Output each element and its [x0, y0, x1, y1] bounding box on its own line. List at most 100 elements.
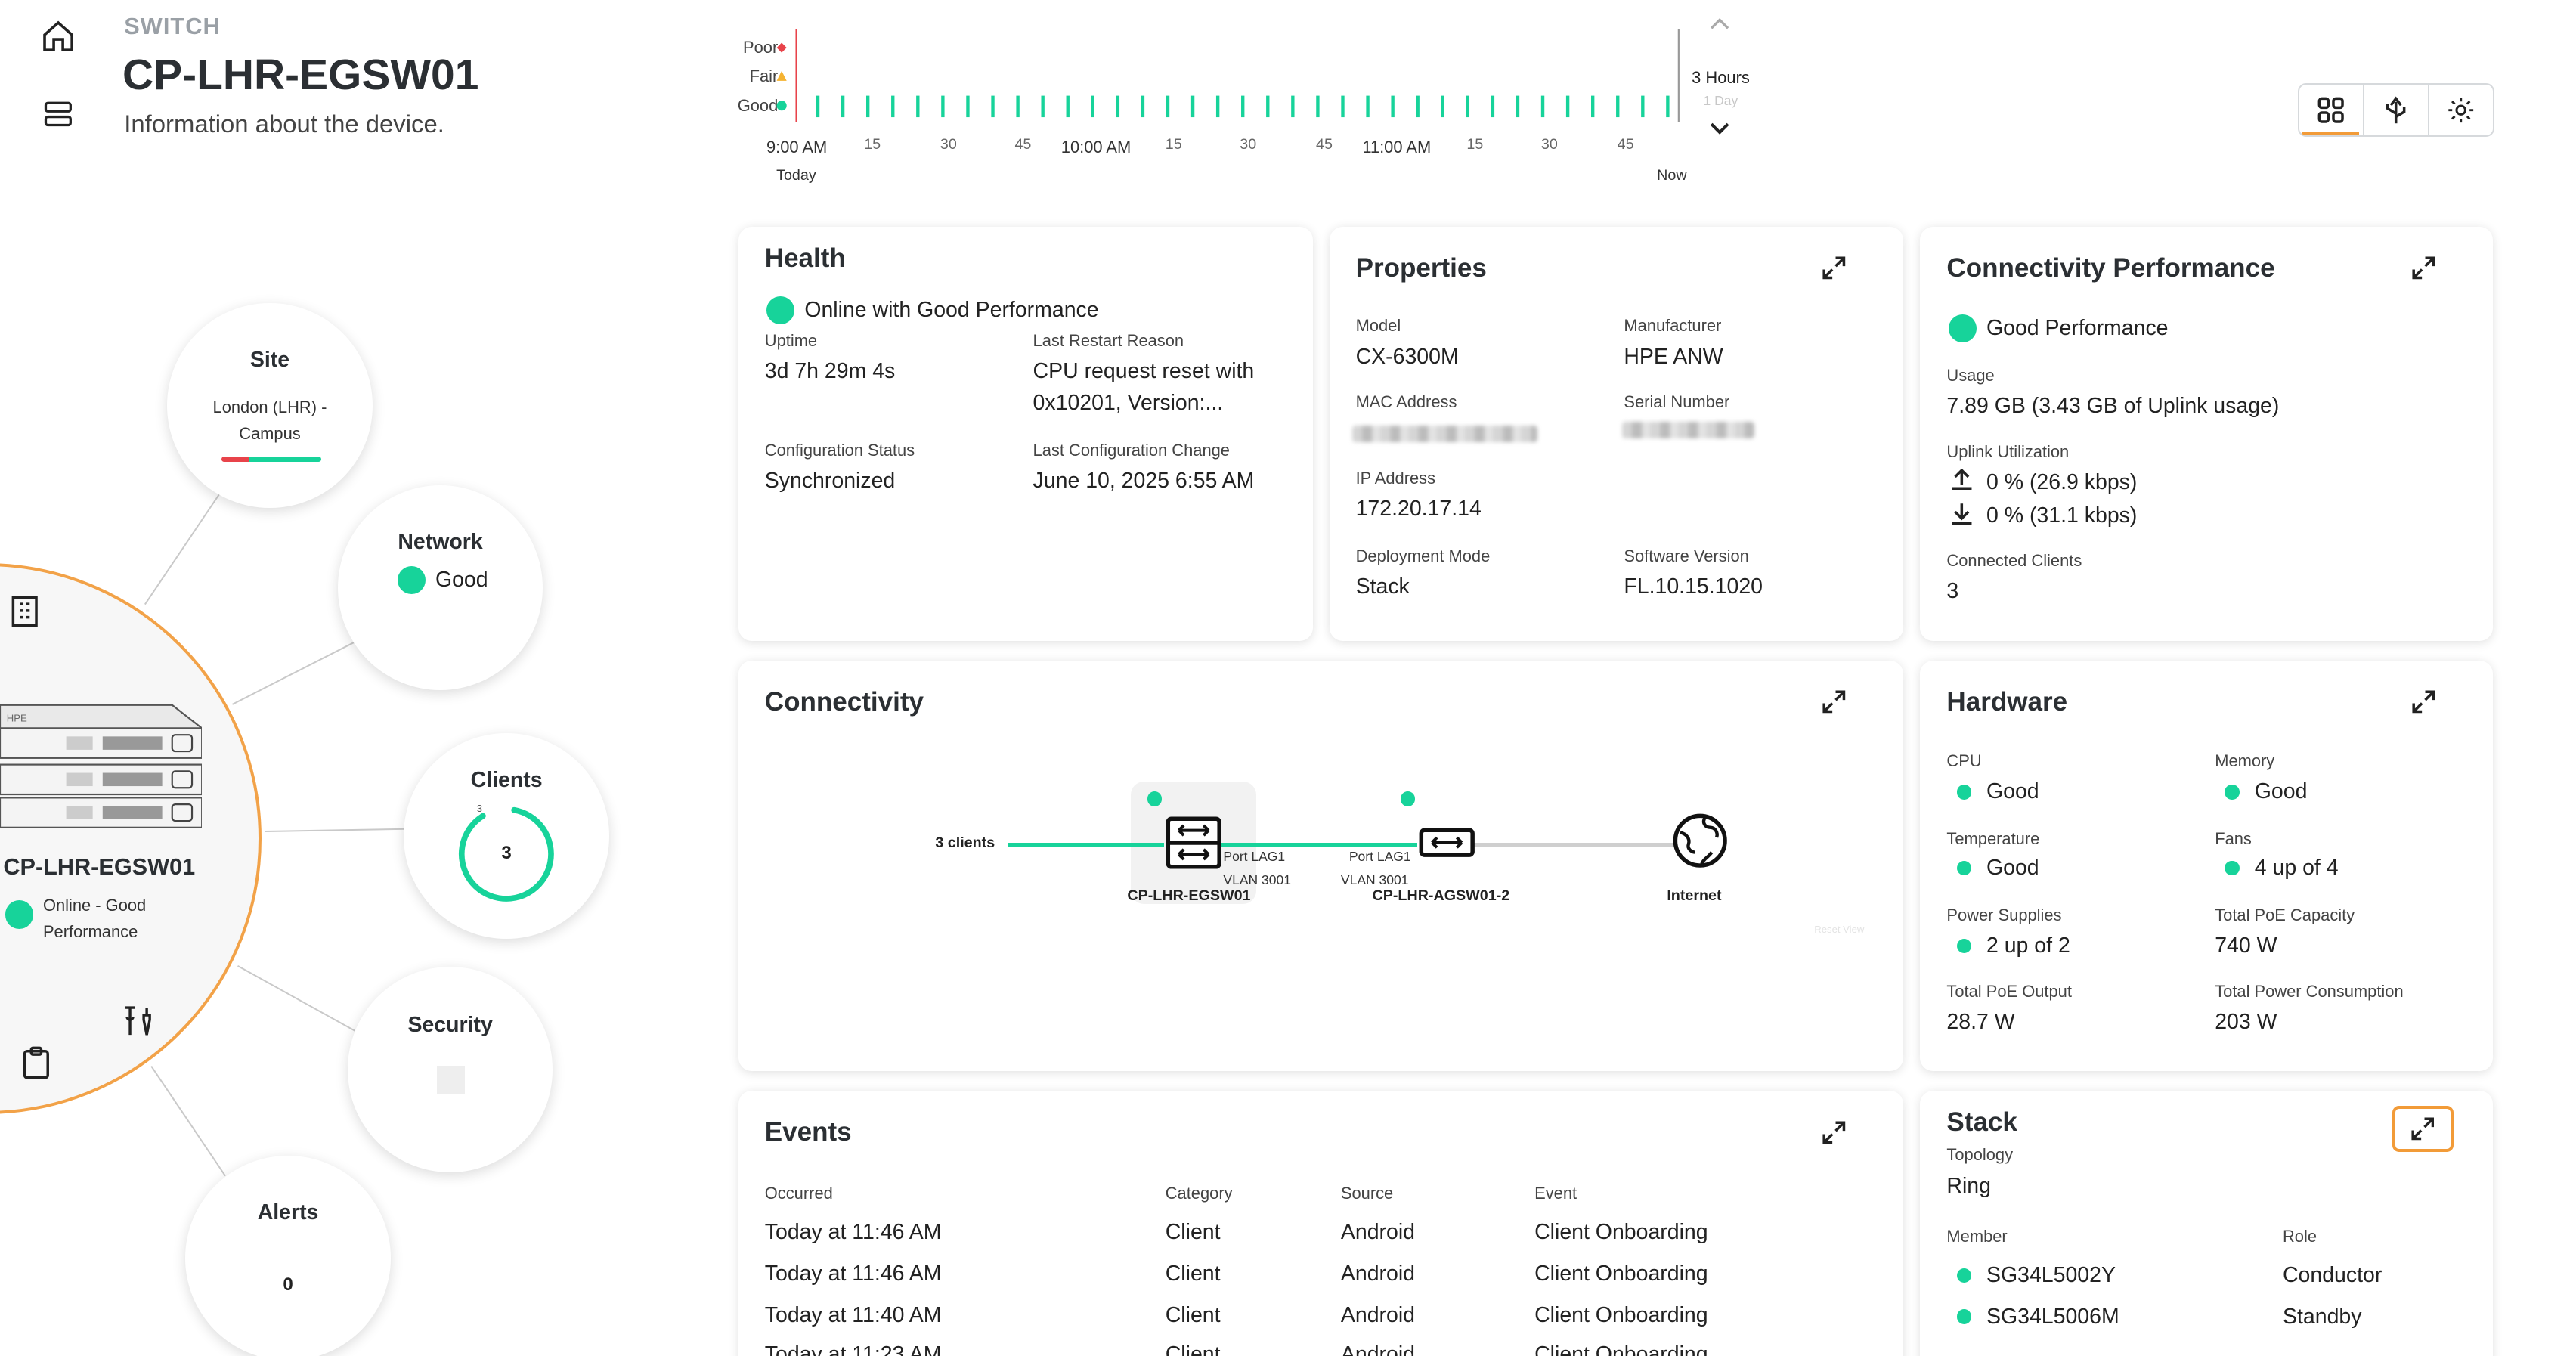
chevron-down-icon[interactable] [1703, 113, 1736, 146]
member-label: Member [1946, 1226, 2008, 1246]
memory-value: Good [2254, 779, 2308, 804]
timeline-tick: 30 [1240, 135, 1257, 153]
connectivity-title: Connectivity [764, 686, 924, 717]
col-category[interactable]: Category [1166, 1184, 1233, 1203]
range-3-hours[interactable]: 3 Hours [1692, 68, 1750, 88]
building-icon[interactable] [5, 591, 45, 631]
timeline-tick: 15 [864, 135, 881, 153]
range-1-day[interactable]: 1 Day [1703, 93, 1738, 109]
event-occurred: Today at 11:46 AM [764, 1220, 942, 1245]
connectivity-card: Connectivity 3 clients Port LAG1 VLAN 30… [738, 660, 1904, 1071]
timeline-level-fair: Fair [749, 66, 779, 85]
clients-count-label[interactable]: 3 clients [935, 834, 995, 852]
chevron-up-icon[interactable] [1703, 7, 1736, 40]
expand-icon[interactable] [2405, 683, 2441, 720]
network-title: Network [398, 529, 483, 554]
expand-icon[interactable] [2392, 1105, 2454, 1153]
list-view-icon[interactable] [38, 94, 78, 135]
conn-perf-status-dot [1948, 314, 1977, 343]
device-type-label: SWITCH [124, 13, 221, 39]
health-timeline[interactable]: Poor Fair Good 9:00 AM 15 30 45 10:00 AM… [712, 0, 1755, 199]
switch-icon[interactable] [1419, 828, 1475, 857]
topology-view-button[interactable] [2364, 84, 2429, 136]
uplink-up-value: 0 % (26.9 kbps) [1986, 469, 2138, 494]
expand-icon[interactable] [1816, 683, 1852, 720]
col-occurred[interactable]: Occurred [765, 1184, 833, 1203]
timeline-tick: 45 [1014, 135, 1032, 153]
security-bubble[interactable]: Security [347, 966, 553, 1172]
psu-value: 2 up of 2 [1986, 933, 2070, 958]
settings-view-button[interactable] [2429, 85, 2493, 136]
device-status-dot [5, 900, 33, 929]
app-root: SWITCH CP-LHR-EGSW01 Information about t… [0, 0, 2576, 1356]
event-category: Client [1165, 1261, 1221, 1286]
hub-line-alerts [150, 1066, 227, 1177]
upload-icon [1951, 468, 1972, 490]
sw-label: Software Version [1624, 546, 1749, 565]
internet-label: Internet [1667, 887, 1722, 904]
last-change-label: Last Configuration Change [1033, 440, 1230, 460]
fans-status-dot [2225, 860, 2240, 876]
home-icon[interactable] [38, 17, 78, 57]
event-source: Android [1340, 1220, 1416, 1245]
event-name: Client Onboarding [1534, 1342, 1708, 1356]
col-event[interactable]: Event [1534, 1184, 1577, 1203]
site-bubble[interactable]: Site London (LHR) - Campus [167, 302, 373, 509]
port2-label: Port LAG1 [1348, 849, 1411, 865]
site-title: Site [249, 347, 290, 372]
uptime-label: Uptime [764, 330, 818, 350]
restart-reason-line1: CPU request reset with [1033, 359, 1255, 384]
stack-title: Stack [1946, 1107, 2017, 1138]
config-status-label: Configuration Status [764, 440, 915, 460]
event-category: Client [1165, 1302, 1221, 1327]
health-status: Online with Good Performance [804, 298, 1099, 323]
uplink-label: Uplink Utilization [1946, 441, 2070, 461]
switch-icon[interactable] [1166, 816, 1221, 869]
event-source: Android [1340, 1302, 1416, 1327]
power-label: Total Power Consumption [2215, 981, 2404, 1001]
health-card: Health Online with Good Performance Upti… [738, 227, 1313, 641]
event-occurred: Today at 11:40 AM [764, 1302, 942, 1327]
timeline-tick: 15 [1165, 135, 1182, 153]
clients-bubble[interactable]: Clients 3 3 [404, 733, 609, 939]
event-category: Client [1165, 1220, 1221, 1245]
member-serial: SG34L5006M [1986, 1304, 2119, 1329]
hub-device-name: CP-LHR-EGSW01 [3, 854, 196, 881]
network-bubble[interactable]: Network Good [337, 485, 543, 691]
timeline-tick: 15 [1466, 135, 1484, 153]
alerts-bubble[interactable]: Alerts 0 [185, 1155, 391, 1356]
grid-view-button[interactable] [2299, 84, 2364, 136]
security-title: Security [407, 1013, 493, 1038]
clipboard-icon[interactable] [17, 1043, 57, 1083]
memory-status-dot [2225, 785, 2240, 800]
model-value: CX-6300M [1355, 344, 1459, 369]
restart-reason-line2[interactable]: 0x10201, Version:... [1033, 391, 1224, 416]
conn-perf-status: Good Performance [1986, 316, 2169, 341]
mac-value-redacted [1352, 425, 1538, 442]
link-clients [1008, 842, 1164, 848]
reset-view-button[interactable]: Reset View [1814, 924, 1864, 935]
tools-icon[interactable] [119, 1002, 159, 1042]
site-name-line2: Campus [239, 424, 301, 444]
device1-status-dot [1147, 791, 1163, 806]
cpu-label: CPU [1946, 751, 1982, 771]
expand-icon[interactable] [1816, 1114, 1852, 1150]
uplink-down-value: 0 % (31.1 kbps) [1986, 503, 2138, 528]
expand-icon[interactable] [1816, 250, 1852, 286]
globe-icon[interactable] [1672, 813, 1728, 868]
connectivity-performance-card: Connectivity Performance Good Performanc… [1920, 227, 2494, 641]
timeline-time-9: 9:00 AM [766, 137, 828, 156]
timeline-time-11: 11:00 AM [1362, 137, 1432, 156]
usage-label: Usage [1946, 365, 1995, 385]
alerts-title: Alerts [257, 1200, 319, 1224]
hardware-title: Hardware [1946, 686, 2068, 717]
alerts-count: 0 [283, 1274, 293, 1296]
col-source[interactable]: Source [1341, 1184, 1393, 1203]
expand-icon[interactable] [2405, 250, 2441, 286]
svg-text:HPE: HPE [7, 713, 27, 724]
uptime-value: 3d 7h 29m 4s [764, 359, 896, 384]
topology-value: Ring [1946, 1173, 1991, 1198]
timeline-level-good: Good [737, 96, 779, 116]
hub-status-line2: Performance [42, 922, 138, 942]
event-source: Android [1340, 1342, 1416, 1356]
